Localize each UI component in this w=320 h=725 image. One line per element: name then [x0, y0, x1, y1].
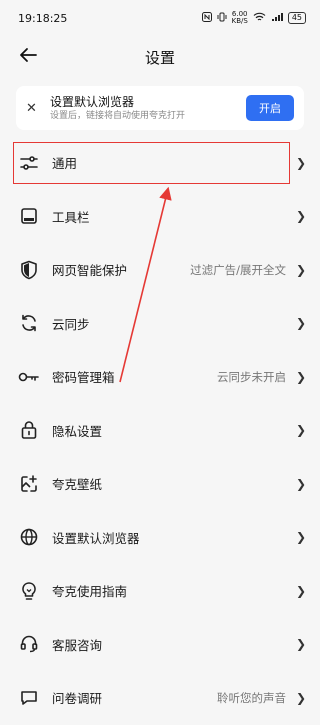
- settings-item-default-browser[interactable]: 设置默认浏览器 ❯: [0, 511, 320, 565]
- settings-item-label: 通用: [52, 156, 78, 172]
- status-bar: 19:18:25 6.00 KB/S 45: [0, 0, 320, 36]
- network-speed: 6.00 KB/S: [232, 11, 248, 25]
- banner-text: 设置默认浏览器 设置后，链接将自动使用夸克打开: [50, 94, 246, 122]
- settings-item-label: 夸克使用指南: [52, 584, 128, 600]
- default-browser-banner: ✕ 设置默认浏览器 设置后，链接将自动使用夸克打开 开启: [16, 86, 304, 130]
- sync-icon: [18, 312, 40, 334]
- survey-icon: [18, 687, 40, 709]
- chevron-right-icon: ❯: [296, 476, 307, 491]
- vibrate-icon: [217, 12, 227, 25]
- key-icon: [18, 366, 40, 388]
- shield-icon: [18, 259, 40, 281]
- battery-level: 45: [287, 12, 306, 24]
- arrow-left-icon: [19, 47, 37, 67]
- close-icon[interactable]: ✕: [26, 101, 44, 116]
- banner-subtitle: 设置后，链接将自动使用夸克打开: [50, 111, 186, 121]
- settings-item-label: 云同步: [52, 316, 90, 332]
- nav-bar: 设置: [0, 36, 320, 78]
- chevron-right-icon: ❯: [296, 530, 307, 545]
- chevron-right-icon: ❯: [296, 155, 307, 170]
- settings-item-label: 客服咨询: [52, 637, 103, 653]
- chevron-right-icon: ❯: [296, 316, 307, 331]
- settings-item-password-manager[interactable]: 密码管理箱 云同步未开启 ❯: [0, 350, 320, 404]
- wifi-icon: [253, 12, 266, 25]
- lock-icon: [18, 419, 40, 441]
- chevron-right-icon: ❯: [296, 583, 307, 598]
- chevron-right-icon: ❯: [296, 369, 307, 384]
- settings-list: 通用 ❯ 工具栏 ❯ 网页智能保护 过滤广告/展开全文 ❯ 云同步 ❯ 密码管理…: [0, 136, 320, 725]
- settings-item-value: 过滤广告/展开全文: [190, 262, 286, 277]
- toolbar-icon: [18, 205, 40, 227]
- lightbulb-icon: [18, 580, 40, 602]
- settings-item-survey[interactable]: 问卷调研 聆听您的声音 ❯: [0, 671, 320, 725]
- chevron-right-icon: ❯: [296, 209, 307, 224]
- settings-item-label: 夸克壁纸: [52, 477, 103, 493]
- banner-title: 设置默认浏览器: [50, 95, 135, 109]
- settings-item-wallpaper[interactable]: 夸克壁纸 ❯: [0, 457, 320, 511]
- settings-item-cloud-sync[interactable]: 云同步 ❯: [0, 297, 320, 351]
- back-button[interactable]: [16, 45, 40, 69]
- chevron-right-icon: ❯: [296, 262, 307, 277]
- settings-item-label: 问卷调研: [52, 691, 103, 707]
- network-speed-unit: KB/S: [231, 17, 248, 25]
- sliders-icon: [18, 152, 40, 174]
- settings-item-value: 聆听您的声音: [217, 690, 286, 705]
- settings-item-user-guide[interactable]: 夸克使用指南 ❯: [0, 564, 320, 618]
- settings-item-value: 云同步未开启: [217, 369, 286, 384]
- settings-item-label: 网页智能保护: [52, 263, 128, 279]
- settings-item-label: 工具栏: [52, 209, 90, 225]
- headset-icon: [18, 633, 40, 655]
- settings-item-toolbar[interactable]: 工具栏 ❯: [0, 190, 320, 244]
- settings-item-customer-service[interactable]: 客服咨询 ❯: [0, 618, 320, 672]
- enable-button[interactable]: 开启: [246, 95, 294, 121]
- chevron-right-icon: ❯: [296, 423, 307, 438]
- chevron-right-icon: ❯: [296, 637, 307, 652]
- settings-item-web-protection[interactable]: 网页智能保护 过滤广告/展开全文 ❯: [0, 243, 320, 297]
- wallpaper-icon: [18, 473, 40, 495]
- status-time: 19:18:25: [18, 11, 68, 25]
- globe-icon: [18, 526, 40, 548]
- settings-item-label: 隐私设置: [52, 423, 103, 439]
- settings-item-label: 密码管理箱: [52, 370, 115, 386]
- page-title: 设置: [144, 48, 175, 67]
- settings-item-privacy[interactable]: 隐私设置 ❯: [0, 404, 320, 458]
- settings-item-general[interactable]: 通用 ❯: [0, 136, 320, 190]
- chevron-right-icon: ❯: [296, 690, 307, 705]
- settings-item-label: 设置默认浏览器: [52, 530, 140, 546]
- signal-icon: [271, 12, 283, 25]
- status-icons: 6.00 KB/S 45: [201, 11, 306, 25]
- nfc-icon: [201, 11, 212, 25]
